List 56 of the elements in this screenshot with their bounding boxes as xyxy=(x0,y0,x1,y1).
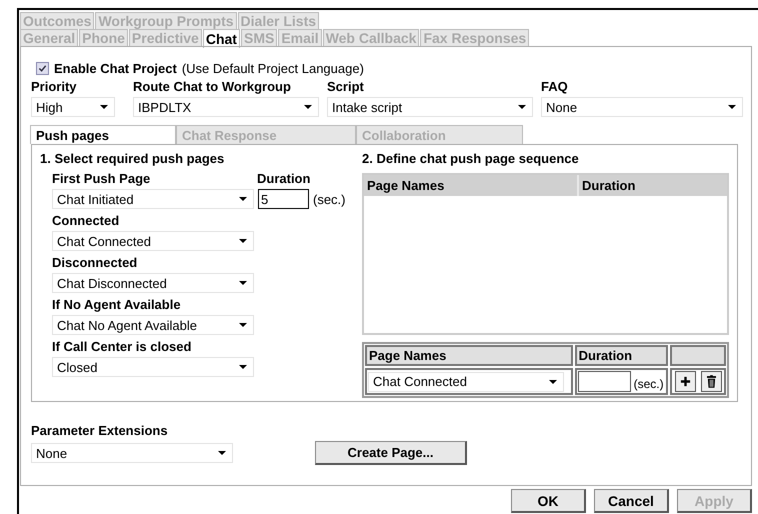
field-label: Disconnected xyxy=(52,254,138,271)
dropdown[interactable]: None xyxy=(31,443,233,463)
trash-icon xyxy=(706,375,716,388)
dropdown[interactable]: Chat Connected xyxy=(52,231,254,251)
dropdown[interactable]: High xyxy=(31,97,115,117)
checkbox[interactable] xyxy=(36,62,49,75)
delete-button[interactable] xyxy=(700,371,722,392)
checkbox-label: Enable Chat Project xyxy=(54,61,177,76)
dropdown[interactable]: Intake script xyxy=(327,97,533,117)
dialog-button[interactable]: Cancel xyxy=(594,489,669,513)
unit-label: (sec.) xyxy=(634,376,664,390)
field-label: FAQ xyxy=(541,78,569,95)
tab[interactable]: Chat xyxy=(202,29,240,48)
create-page-button[interactable]: Create Page... xyxy=(315,441,467,465)
caret-icon xyxy=(518,105,526,109)
dialog-button[interactable]: OK xyxy=(511,489,586,513)
field-label: Priority xyxy=(31,78,78,95)
section-title: 1. Select required push pages xyxy=(40,151,226,167)
column-header: Duration xyxy=(574,345,668,366)
field-label: Route Chat to Workgroup xyxy=(133,78,292,95)
unit-label: (sec.) xyxy=(313,192,346,206)
plus-icon xyxy=(680,376,691,387)
column-header: Duration xyxy=(581,177,636,195)
dropdown[interactable]: None xyxy=(541,97,743,117)
section-title: 2. Define chat push page sequence xyxy=(362,151,580,167)
duration-input[interactable] xyxy=(578,371,631,392)
field-label: Duration xyxy=(257,170,310,187)
caret-icon xyxy=(239,365,247,369)
caret-icon xyxy=(239,197,247,201)
column-header xyxy=(670,345,726,366)
duration-input[interactable]: 5 xyxy=(258,189,309,209)
dropdown[interactable]: Chat Disconnected xyxy=(52,273,254,293)
dropdown[interactable]: Chat Connected xyxy=(368,372,564,392)
caret-icon xyxy=(549,380,557,384)
field-label: Script xyxy=(327,78,365,95)
field-label: If No Agent Available xyxy=(52,296,181,313)
field-label: Parameter Extensions xyxy=(31,423,168,438)
field-label: If Call Center is closed xyxy=(52,338,192,355)
caret-icon xyxy=(239,323,247,327)
column-header: Page Names xyxy=(364,175,579,196)
dropdown[interactable]: Chat Initiated xyxy=(52,189,254,209)
caret-icon xyxy=(100,105,108,109)
caret-icon xyxy=(304,105,312,109)
caret-icon xyxy=(218,451,226,455)
field-label: Connected xyxy=(52,212,120,229)
column-header: Page Names xyxy=(365,345,573,366)
caret-icon xyxy=(239,281,247,285)
checkbox-note: (Use Default Project Language) xyxy=(182,61,364,76)
dropdown[interactable]: Chat No Agent Available xyxy=(52,315,254,335)
dropdown[interactable]: IBPDLTX xyxy=(133,97,319,117)
tab[interactable]: Push pages xyxy=(30,125,176,144)
caret-icon xyxy=(239,239,247,243)
field-label: First Push Page xyxy=(52,170,150,187)
caret-icon xyxy=(728,105,736,109)
add-button[interactable] xyxy=(674,371,696,392)
dropdown[interactable]: Closed xyxy=(52,357,254,377)
